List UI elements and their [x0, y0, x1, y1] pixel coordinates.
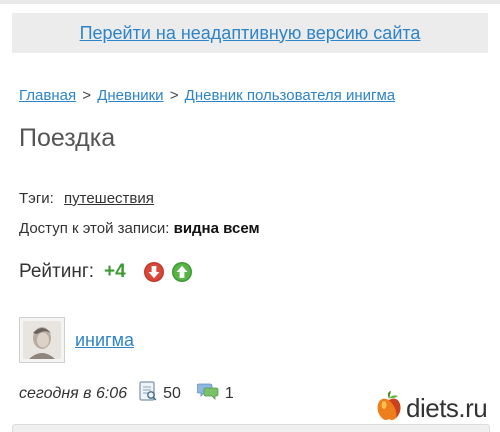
post-meta: сегодня в 6:06 50 1: [19, 381, 234, 406]
rating-value: +4: [104, 261, 126, 282]
avatar[interactable]: [19, 317, 65, 363]
breadcrumb-separator: >: [82, 87, 92, 104]
top-strip: [0, 0, 500, 4]
author-link[interactable]: инигма: [75, 330, 134, 351]
breadcrumb-home[interactable]: Главная: [19, 87, 76, 104]
diets-logo[interactable]: diets.ru: [376, 391, 488, 426]
desktop-version-link[interactable]: Перейти на неадаптивную версию сайта: [80, 23, 421, 44]
logo-text: diets.ru: [406, 393, 488, 423]
post-rating: Рейтинг: +4: [19, 261, 192, 283]
comments-count: 1: [224, 384, 234, 402]
tag-link[interactable]: путешествия: [64, 190, 154, 207]
post-date: сегодня в 6:06: [19, 384, 128, 402]
access-value: видна всем: [173, 220, 260, 237]
document-icon: [139, 381, 157, 406]
breadcrumb-separator: >: [169, 87, 179, 104]
speech-bubbles-icon[interactable]: [196, 382, 219, 405]
tags-label: Тэги:: [19, 190, 54, 207]
apple-icon: [376, 391, 402, 426]
post-author: инигма: [19, 317, 134, 363]
breadcrumb-diaries[interactable]: Дневники: [97, 87, 163, 104]
post-access: Доступ к этой записи: видна всем: [19, 220, 260, 237]
desktop-version-banner: Перейти на неадаптивную версию сайта: [12, 13, 488, 53]
post-tags: Тэги: путешествия: [19, 190, 154, 207]
breadcrumb: Главная > Дневники > Дневник пользовател…: [19, 87, 395, 104]
access-label: Доступ к этой записи:: [19, 220, 170, 237]
views-count: 50: [163, 384, 181, 402]
rating-label: Рейтинг:: [19, 261, 95, 282]
breadcrumb-user-diary[interactable]: Дневник пользователя инигма: [185, 87, 395, 104]
arrow-down-icon[interactable]: [143, 262, 164, 282]
post-title: Поездка: [19, 124, 116, 152]
arrow-up-icon[interactable]: [171, 262, 192, 282]
